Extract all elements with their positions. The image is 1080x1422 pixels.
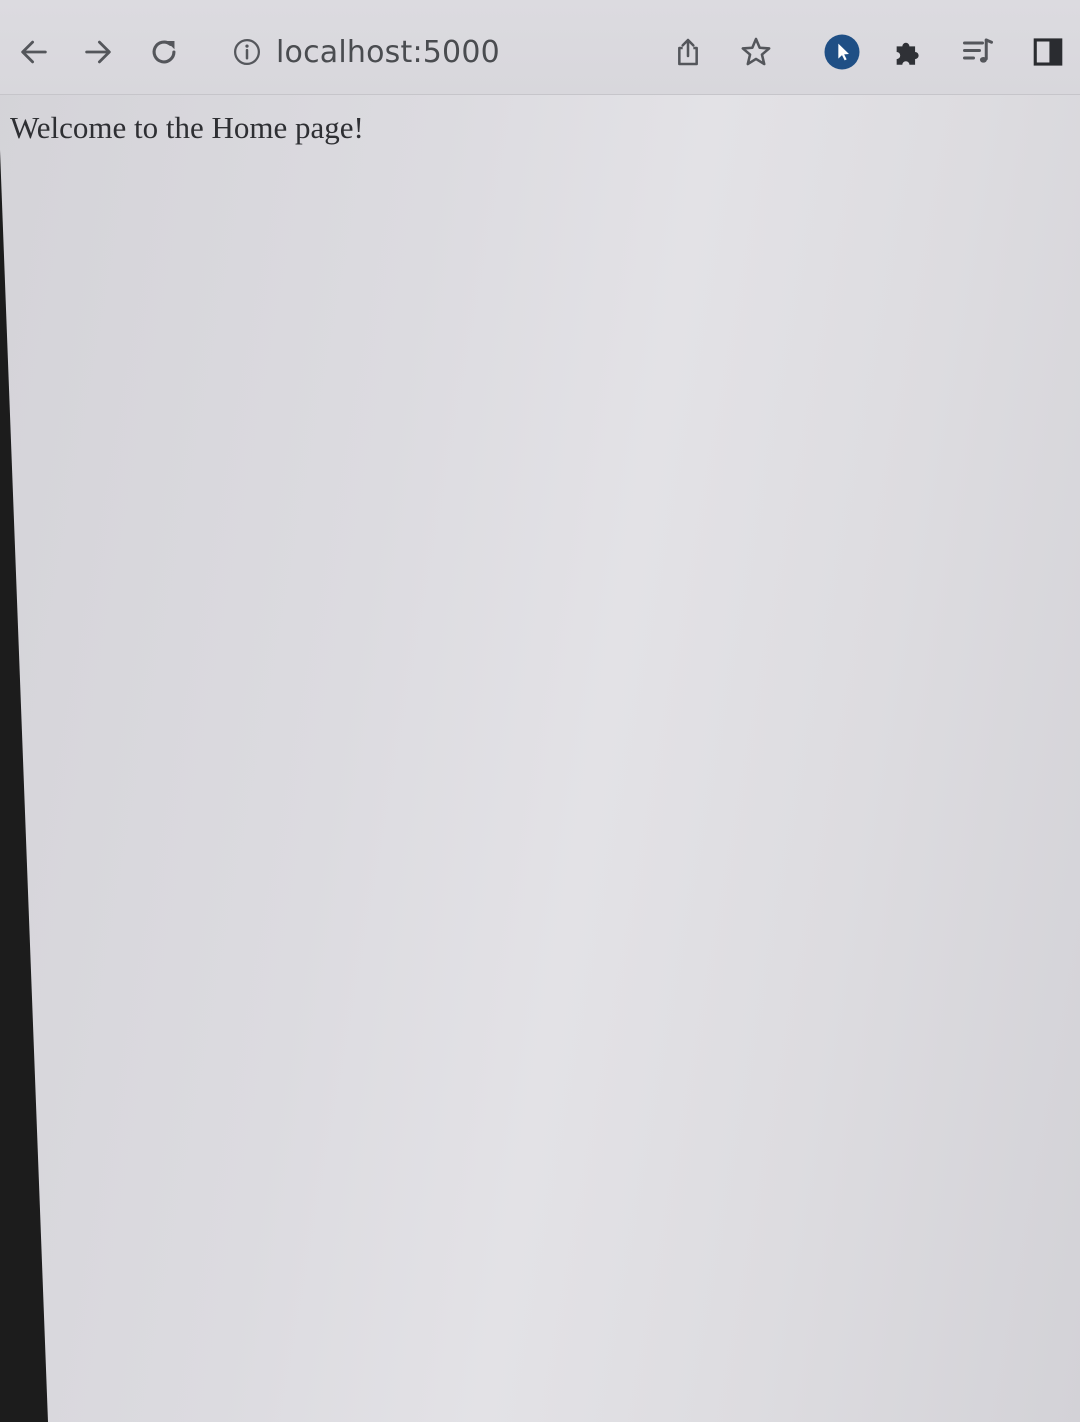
forward-button[interactable] — [72, 26, 124, 78]
info-circle-icon[interactable] — [230, 35, 264, 69]
side-panel-icon — [1033, 38, 1063, 66]
browser-window: localhost:5000 Welcome to the Home page! — [0, 0, 1080, 1422]
reload-icon — [152, 40, 176, 64]
page-content: Welcome to the Home page! — [0, 96, 1080, 1422]
back-button[interactable] — [8, 26, 60, 78]
bookmark-button[interactable] — [730, 26, 782, 78]
share-icon — [678, 38, 698, 66]
side-panel-button[interactable] — [1022, 26, 1074, 78]
cursor-extension-icon — [824, 34, 860, 70]
arrow-right-icon — [85, 40, 111, 64]
profile-extension-button[interactable] — [816, 26, 868, 78]
welcome-message: Welcome to the Home page! — [10, 110, 364, 145]
share-button[interactable] — [662, 26, 714, 78]
url-text[interactable]: localhost:5000 — [276, 35, 500, 70]
screen: localhost:5000 Welcome to the Home page! — [0, 0, 1080, 1422]
puzzle-piece-icon — [896, 42, 919, 65]
extensions-button[interactable] — [882, 26, 934, 78]
reload-button[interactable] — [138, 26, 190, 78]
media-queue-button[interactable] — [952, 26, 1004, 78]
playlist-icon — [963, 38, 993, 63]
browser-toolbar: localhost:5000 — [0, 0, 1080, 95]
star-outline-icon — [741, 37, 771, 66]
arrow-left-icon — [21, 40, 47, 64]
